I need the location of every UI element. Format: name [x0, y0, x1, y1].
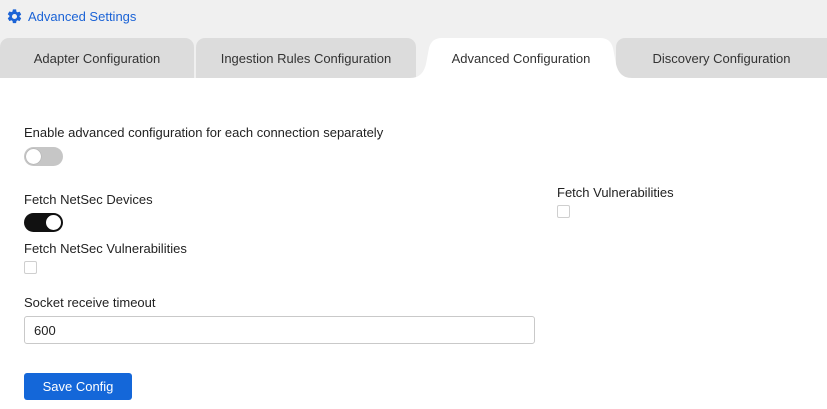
- tab-label: Ingestion Rules Configuration: [220, 50, 392, 66]
- socket-timeout-input[interactable]: [24, 316, 535, 344]
- save-config-button[interactable]: Save Config: [24, 373, 132, 400]
- tab-label: Discovery Configuration: [652, 50, 791, 66]
- tab-label: Advanced Configuration: [451, 50, 591, 66]
- fetch-vulnerabilities-checkbox[interactable]: [557, 205, 570, 218]
- enable-per-connection-toggle[interactable]: [24, 147, 63, 166]
- tab-discovery-configuration[interactable]: Discovery Configuration: [616, 38, 827, 78]
- fetch-netsec-vulnerabilities-checkbox[interactable]: [24, 261, 37, 274]
- toggle-knob: [46, 215, 61, 230]
- gear-icon: [6, 8, 23, 25]
- fetch-vulnerabilities-label: Fetch Vulnerabilities: [557, 185, 674, 200]
- toggle-knob: [26, 149, 41, 164]
- page-title: Advanced Settings: [28, 8, 137, 24]
- tab-bar: Adapter Configuration Ingestion Rules Co…: [0, 38, 827, 78]
- socket-timeout-label: Socket receive timeout: [24, 295, 156, 310]
- tab-label: Adapter Configuration: [33, 50, 161, 66]
- advanced-settings-link[interactable]: Advanced Settings: [6, 7, 136, 25]
- fetch-netsec-vulnerabilities-label: Fetch NetSec Vulnerabilities: [24, 241, 187, 256]
- enable-per-connection-label: Enable advanced configuration for each c…: [24, 125, 384, 140]
- fetch-netsec-devices-toggle[interactable]: [24, 213, 63, 232]
- top-bar: Advanced Settings Adapter Configuration …: [0, 0, 827, 78]
- tab-adapter-configuration[interactable]: Adapter Configuration: [0, 38, 194, 78]
- tab-ingestion-rules-configuration[interactable]: Ingestion Rules Configuration: [196, 38, 416, 78]
- tab-advanced-configuration[interactable]: Advanced Configuration: [410, 38, 632, 78]
- fetch-netsec-devices-label: Fetch NetSec Devices: [24, 192, 153, 207]
